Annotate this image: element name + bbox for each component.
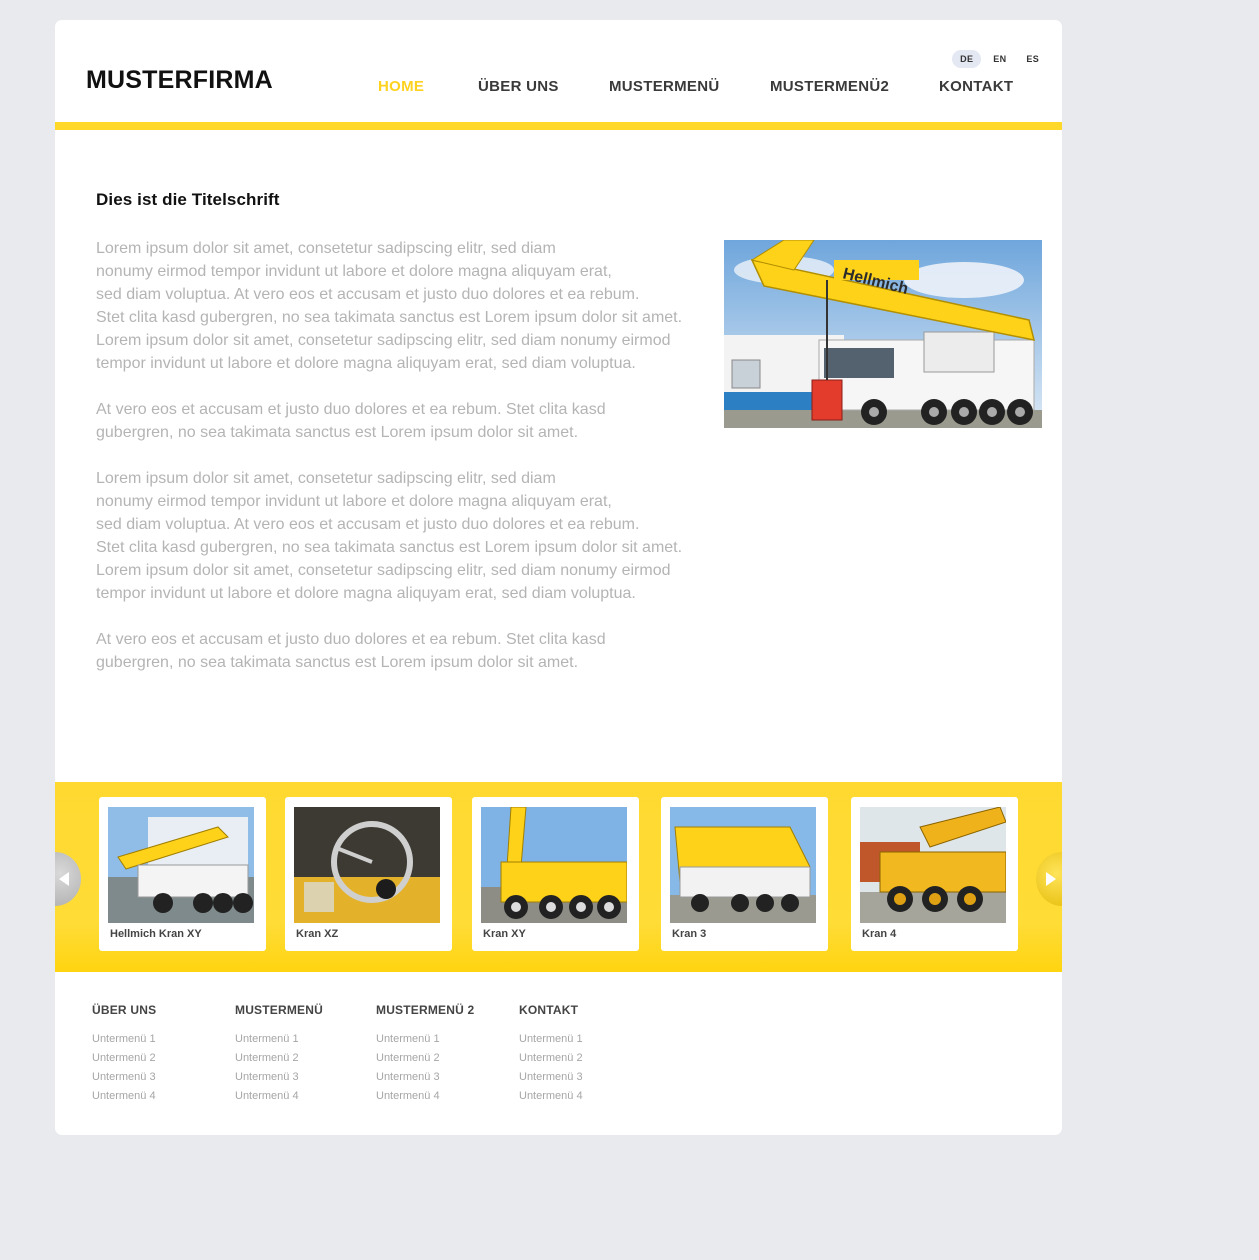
footer-link[interactable]: Untermenü 1 [519, 1030, 583, 1049]
language-switcher: DE EN ES [952, 50, 1047, 68]
gallery-caption: Kran XY [483, 928, 526, 940]
gallery-caption: Kran 4 [862, 928, 897, 940]
nav-ueber-uns[interactable]: ÜBER UNS [478, 78, 559, 95]
nav-mustermenue2[interactable]: MUSTERMENÜ2 [770, 78, 889, 95]
gallery-item[interactable]: Kran XY [472, 797, 639, 951]
footer-link[interactable]: Untermenü 3 [376, 1068, 474, 1087]
gallery-caption: Hellmich Kran XY [110, 928, 202, 940]
footer-link[interactable]: Untermenü 4 [376, 1087, 474, 1106]
chevron-left-icon [59, 872, 69, 886]
gallery-item[interactable]: Kran XZ [285, 797, 452, 951]
footer-link[interactable]: Untermenü 4 [92, 1087, 156, 1106]
paragraph: At vero eos et accusam et justo duo dolo… [96, 401, 606, 441]
page-container: DE EN ES MUSTERFIRMA HOME ÜBER UNS MUSTE… [55, 20, 1062, 1135]
language-de[interactable]: DE [952, 50, 982, 68]
footer-link[interactable]: Untermenü 3 [235, 1068, 323, 1087]
gallery-thumbnail [294, 807, 440, 923]
footer-link[interactable]: Untermenü 4 [235, 1087, 323, 1106]
header-accent-bar [55, 122, 1062, 130]
footer-link[interactable]: Untermenü 3 [519, 1068, 583, 1087]
gallery-caption: Kran 3 [672, 928, 707, 940]
footer-link[interactable]: Untermenü 2 [376, 1049, 474, 1068]
footer-link[interactable]: Untermenü 4 [519, 1087, 583, 1106]
nav-home[interactable]: HOME [378, 78, 424, 95]
chevron-right-icon [1046, 872, 1056, 886]
page-title: Dies ist die Titelschrift [96, 190, 280, 209]
paragraph: At vero eos et accusam et justo duo dolo… [96, 631, 606, 671]
gallery-caption: Kran XZ [296, 928, 339, 940]
footer-link[interactable]: Untermenü 2 [92, 1049, 156, 1068]
gallery-prev-button[interactable] [55, 852, 81, 906]
footer-link[interactable]: Untermenü 1 [92, 1030, 156, 1049]
gallery-thumbnail [670, 807, 816, 923]
footer-link[interactable]: Untermenü 2 [235, 1049, 323, 1068]
footer-column-mustermenue-2: MUSTERMENÜ 2 Untermenü 1 Untermenü 2 Unt… [376, 1003, 474, 1106]
footer-link[interactable]: Untermenü 3 [92, 1068, 156, 1087]
gallery-item[interactable]: Hellmich Kran XY [99, 797, 266, 951]
language-es[interactable]: ES [1018, 50, 1047, 68]
body-text: Lorem ipsum dolor sit amet, consetetur s… [96, 237, 716, 697]
paragraph: Lorem ipsum dolor sit amet, consetetur s… [96, 240, 683, 372]
paragraph: Lorem ipsum dolor sit amet, consetetur s… [96, 470, 683, 602]
gallery-thumbnail [108, 807, 254, 923]
gallery-item[interactable]: Kran 3 [661, 797, 828, 951]
logo[interactable]: MUSTERFIRMA [86, 66, 273, 95]
nav-mustermenue[interactable]: MUSTERMENÜ [609, 78, 720, 95]
footer-heading[interactable]: MUSTERMENÜ [235, 1003, 323, 1017]
gallery-strip: Hellmich Kran XY Kran XZ Kran XY Kran 3 … [55, 782, 1062, 972]
footer-link[interactable]: Untermenü 1 [376, 1030, 474, 1049]
footer-heading[interactable]: MUSTERMENÜ 2 [376, 1003, 474, 1017]
crane-truck-illustration: Hellmich [724, 240, 1042, 428]
footer-heading[interactable]: KONTAKT [519, 1003, 583, 1017]
gallery-thumbnail [481, 807, 627, 923]
footer-column-ueber-uns: ÜBER UNS Untermenü 1 Untermenü 2 Unterme… [92, 1003, 156, 1106]
footer-column-mustermenue: MUSTERMENÜ Untermenü 1 Untermenü 2 Unter… [235, 1003, 323, 1106]
hero-image: Hellmich [724, 240, 1042, 428]
gallery-item[interactable]: Kran 4 [851, 797, 1018, 951]
nav-kontakt[interactable]: KONTAKT [939, 78, 1013, 95]
footer-link[interactable]: Untermenü 2 [519, 1049, 583, 1068]
footer-link[interactable]: Untermenü 1 [235, 1030, 323, 1049]
footer-heading[interactable]: ÜBER UNS [92, 1003, 156, 1017]
gallery-thumbnail [860, 807, 1006, 923]
language-en[interactable]: EN [985, 50, 1014, 68]
gallery-next-button[interactable] [1036, 852, 1062, 906]
footer-column-kontakt: KONTAKT Untermenü 1 Untermenü 2 Untermen… [519, 1003, 583, 1106]
